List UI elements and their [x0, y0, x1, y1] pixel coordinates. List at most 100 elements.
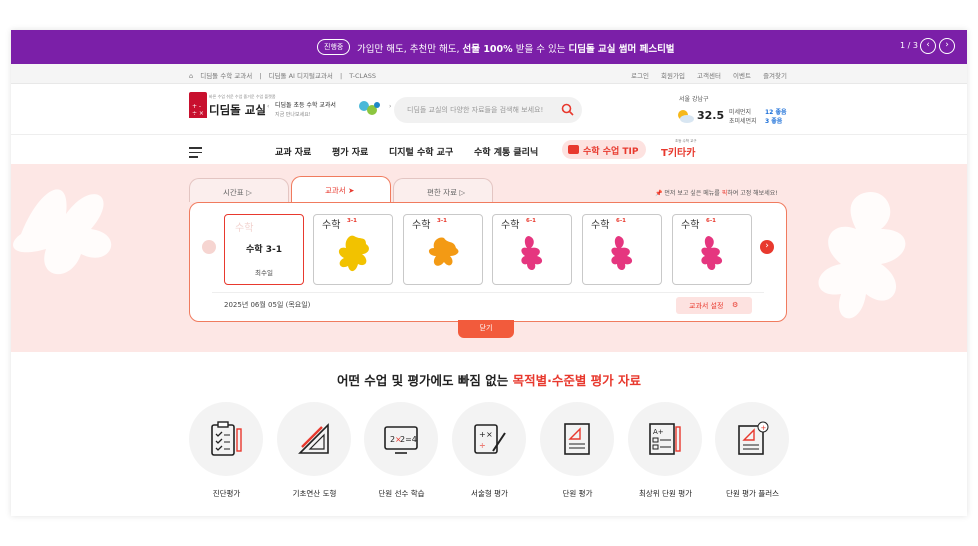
promo-next-icon[interactable]: › — [389, 103, 391, 110]
nav-item-clinic[interactable]: 수학 계통 클리닉 — [474, 145, 538, 158]
banner-prev-button[interactable]: ‹ — [920, 38, 936, 54]
page-frame: 진행중 가입만 해도, 추천만 해도, 선물 100% 받을 수 있는 디딤돌 … — [11, 30, 967, 516]
utility-bar: ⌂ 디딤돌 수학 교과서 | 디딤돌 AI 디지털교과서 | T-CLASS 로… — [11, 64, 967, 84]
tile-label: 최상위 단원 평가 — [638, 489, 693, 498]
tab-timetable[interactable]: 시간표 ▷ — [189, 178, 289, 202]
close-button[interactable]: 닫기 — [458, 320, 514, 338]
tab-easy-materials[interactable]: 편한 자료 ▷ — [393, 178, 493, 202]
card-grade: 6-1 — [526, 218, 536, 224]
util-link-ai-textbook[interactable]: 디딤돌 AI 디지털교과서 — [269, 72, 333, 80]
nav-item-assessment[interactable]: 평가 자료 — [332, 145, 368, 158]
nav-item-digital-tools[interactable]: 디지털 수학 교구 — [389, 145, 453, 158]
assessment-tile-unit[interactable]: 단원 평가 — [540, 402, 615, 499]
search-input[interactable]: 디딤돌 교실의 다양한 자료들을 검색해 보세요! — [407, 105, 543, 115]
tkitaka-label: T키타카 — [661, 148, 696, 159]
svg-text:+ -: + - — [192, 103, 201, 110]
promo-prev-icon[interactable]: ‹ — [267, 103, 269, 110]
cover-art-icon — [338, 235, 369, 272]
tile-label: 기초연산 도형 — [292, 489, 337, 498]
status-badge: 진행중 — [317, 39, 351, 55]
svg-text:÷ ×: ÷ × — [192, 110, 204, 117]
util-right-links: 로그인 회원가입 고객센터 이벤트 즐겨찾기 — [621, 70, 787, 80]
current-date: 2025년 06월 05일 (목요일) — [224, 301, 311, 309]
leaf-decoration-right — [818, 192, 906, 319]
util-left-links: ⌂ 디딤돌 수학 교과서 | 디딤돌 AI 디지털교과서 | T-CLASS — [189, 70, 381, 80]
textbook-card[interactable]: 수학 3-1 — [313, 214, 393, 285]
card-title: 수학 — [322, 220, 341, 231]
svg-text:×: × — [486, 430, 493, 439]
home-icon[interactable]: ⌂ — [189, 72, 193, 80]
search-box[interactable]: 디딤돌 교실의 다양한 자료들을 검색해 보세요! — [394, 97, 582, 123]
dust-value: 12 좋음 — [765, 109, 787, 116]
banner-message[interactable]: 가입만 해도, 추천만 해도, 선물 100% 받을 수 있는 디딤돌 교실 썸… — [357, 41, 675, 55]
ruler-triangle-icon — [298, 423, 329, 454]
promo-subtitle: 지금 만나보세요! — [275, 112, 311, 118]
promo-title: 디딤돌 초등 수학 교과서 — [275, 102, 336, 109]
assessment-tile-diagnostic[interactable]: 진단평가 — [189, 402, 264, 499]
event-link[interactable]: 이벤트 — [733, 72, 751, 80]
svg-text:2=4: 2=4 — [400, 435, 417, 444]
nav-item-tip[interactable]: 수학 수업 TIP — [562, 140, 646, 159]
tile-label: 진단평가 — [212, 489, 241, 498]
tile-circle: + — [715, 402, 789, 476]
support-link[interactable]: 고객센터 — [697, 72, 721, 80]
carousel-prev-button[interactable] — [202, 240, 216, 254]
textbook-card[interactable]: 수학 6-1 — [492, 214, 572, 285]
nav-item-course[interactable]: 교과 자료 — [275, 145, 311, 158]
tile-label: 서술형 평가 — [471, 489, 508, 498]
util-link-tclass[interactable]: T-CLASS — [349, 72, 376, 80]
tile-circle — [277, 402, 351, 476]
tile-circle: + × ÷ — [452, 402, 526, 476]
logo-tagline: 바른 수업 쉬운 수업 즐거운 수업 플랫폼 — [209, 94, 276, 99]
document-plus-icon: + — [738, 421, 769, 455]
textbook-settings-button[interactable]: 교과서 설정 ⚙ — [676, 297, 752, 314]
assessment-tile-unit-plus[interactable]: + 단원 평가 플러스 — [715, 402, 790, 499]
hint-text-1: 먼저 보고 싶은 메뉴를 — [664, 190, 720, 197]
tab-label: 편한 자료 ▷ — [427, 188, 466, 197]
assessment-tile-prerequisite[interactable]: 2 × 2=4 단원 선수 학습 — [364, 402, 439, 499]
banner-text-4: 디딤돌 교실 썸머 페스티벌 — [568, 44, 675, 55]
logo-house-icon: + - ÷ × — [189, 92, 207, 118]
tile-circle: 2 × 2=4 — [364, 402, 438, 476]
banner-text-3: 받을 수 있는 — [515, 44, 566, 55]
textbook-card[interactable]: 수학 3-1 — [403, 214, 483, 285]
card-grade: 3-1 — [347, 218, 357, 224]
search-icon[interactable] — [561, 103, 574, 116]
card-author: 최수일 — [255, 269, 273, 277]
document-chart-icon — [564, 423, 590, 455]
gear-icon: ⚙ — [732, 301, 739, 309]
carousel-next-button[interactable]: › — [760, 240, 774, 254]
cover-art-icon — [701, 236, 723, 270]
tab-label: 교과서 ➤ — [325, 186, 355, 195]
card-ghost-title: 수학 — [235, 223, 254, 234]
login-link[interactable]: 로그인 — [631, 72, 649, 80]
tab-textbook[interactable]: 교과서 ➤ — [291, 176, 391, 202]
util-link-textbook[interactable]: 디딤돌 수학 교과서 — [200, 72, 252, 80]
favorites-link[interactable]: 즐겨찾기 — [763, 72, 787, 80]
tile-label: 단원 평가 플러스 — [725, 489, 780, 498]
svg-text:÷: ÷ — [479, 441, 486, 450]
assessment-tile-top-unit[interactable]: A+ 최상위 단원 평가 — [628, 402, 703, 499]
banner-next-button[interactable]: › — [939, 38, 955, 54]
dust-label: 미세먼지 — [729, 109, 752, 116]
hint-text-2: 하여 고정 해보세요! — [727, 190, 778, 197]
util-divider: | — [259, 72, 262, 80]
tile-circle — [540, 402, 614, 476]
top-banner[interactable]: 진행중 가입만 해도, 추천만 해도, 선물 100% 받을 수 있는 디딤돌 … — [11, 30, 967, 64]
textbook-promo[interactable]: ‹ 디딤돌 초등 수학 교과서 지금 만나보세요! › — [267, 100, 391, 118]
card-title: 수학 — [412, 220, 431, 231]
tile-label: 단원 선수 학습 — [378, 489, 425, 498]
assessment-tile-basic-ops[interactable]: 기초연산 도형 — [277, 402, 352, 499]
card-title: 수학 — [501, 220, 520, 231]
signup-link[interactable]: 회원가입 — [661, 72, 685, 80]
settings-label: 교과서 설정 — [689, 302, 724, 310]
textbook-card[interactable]: 수학 6-1 — [582, 214, 662, 285]
textbook-card-selected[interactable]: 수학 수학 3-1 최수일 — [224, 214, 304, 285]
assessment-tile-descriptive[interactable]: + × ÷ 서술형 평가 — [452, 402, 527, 499]
logo-name: 디딤돌 교실 — [209, 103, 266, 117]
fine-dust-label: 초미세먼지 — [729, 118, 757, 125]
textbook-card[interactable]: 수학 6-1 — [672, 214, 752, 285]
notebook-pen-icon: + ×÷ — [474, 424, 506, 454]
menu-icon[interactable] — [189, 147, 202, 161]
nav-item-tkitaka[interactable]: 초등 수학 교구 T키타카 — [661, 139, 697, 159]
